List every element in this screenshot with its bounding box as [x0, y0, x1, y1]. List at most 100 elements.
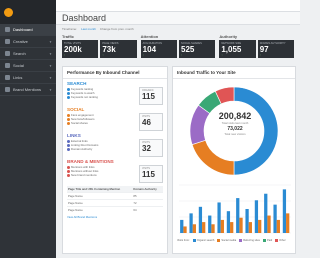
filter-bar: Timeframe: Last month Change from prev. … [56, 25, 300, 32]
stat-total-visits[interactable]: TOTAL VISITS 200k ↑ [62, 40, 99, 58]
bar-12-series-1[interactable] [286, 213, 290, 233]
stat-delta: ↑ [102, 54, 104, 57]
stat-delta: ↑ [181, 54, 183, 57]
metric-line: Keywords not ranking [67, 95, 137, 99]
main-area: Dashboard Timeframe: Last month Change f… [56, 0, 300, 258]
timeframe-label: Timeframe: [62, 26, 78, 31]
nav-item-search[interactable]: Search ▼ [0, 48, 56, 60]
chevron-down-icon: ▼ [49, 87, 52, 92]
legend: Visits from: Organic search Social media… [173, 239, 295, 242]
nav-item-dashboard[interactable]: Dashboard [0, 24, 56, 36]
pie-slice-organic-search[interactable] [233, 86, 279, 176]
bar-3-series-0[interactable] [198, 206, 203, 233]
bar-7-series-1[interactable] [239, 217, 243, 233]
top-bar [56, 0, 300, 12]
stat-delta: ↑ [142, 54, 144, 57]
card-title: Attention [140, 34, 159, 39]
nav-label: Social [13, 63, 24, 68]
section-title: BRAND & MENTIONS [67, 159, 114, 164]
bar-11-series-1[interactable] [276, 219, 280, 233]
legend-title: Visits from: [177, 239, 190, 242]
section-title: SOCIAL [67, 107, 85, 112]
stat-domain-authority[interactable]: DOMAIN AUTHORITY 97 ↑ [257, 40, 295, 58]
stat-value: 200k [64, 45, 82, 54]
chevron-down-icon: ▼ [49, 51, 52, 56]
brand-section: BRAND & MENTIONS Mentions with links Men… [67, 159, 163, 183]
section-title: LINKS [67, 133, 81, 138]
chevron-down-icon: ▼ [49, 63, 52, 68]
bar-5-series-0[interactable] [217, 202, 221, 233]
view-all-link[interactable]: View All Brand Mentions [67, 215, 163, 219]
card-title: Traffic [62, 34, 75, 39]
traffic-card: Traffic TOTAL VISITS 200k ↑ PAGE VIEWS 7… [62, 34, 137, 58]
metric-line: New brand mentions [67, 173, 137, 177]
stat-value: 525 [181, 45, 195, 54]
table-row[interactable]: Page Name 64 [67, 206, 163, 213]
chevron-down-icon: ▼ [49, 75, 52, 80]
creative-icon [5, 39, 10, 44]
nav-item-links[interactable]: Links ▼ [0, 72, 56, 84]
table-row[interactable]: Page Name 85 [67, 192, 163, 200]
stat-avg-duration[interactable]: AVG DURATION 104 ↑ [140, 40, 178, 58]
nav-label: Search [13, 51, 26, 56]
bar-2-series-1[interactable] [192, 224, 196, 233]
bar-3-series-1[interactable] [202, 222, 206, 233]
metric-box[interactable]: VISITS 46 [139, 113, 163, 131]
bar-10-series-0[interactable] [264, 193, 268, 233]
nav-item-creative[interactable]: Creative ▼ [0, 36, 56, 48]
bar-8-series-1[interactable] [248, 222, 252, 233]
stat-value: 73k [102, 45, 116, 54]
bar-2-series-0[interactable] [189, 213, 193, 233]
dashboard-icon [5, 27, 10, 32]
panel-title: Performance By Inbound Channel [63, 67, 167, 79]
bar-6-series-1[interactable] [230, 222, 234, 233]
bar-9-series-1[interactable] [258, 219, 262, 233]
sidebar: Dashboard Creative ▼ Search ▼ Social ▼ L… [0, 0, 56, 258]
bar-9-series-0[interactable] [254, 200, 259, 233]
bar-11-series-0[interactable] [273, 204, 277, 233]
metric-box[interactable]: ORGANIC 115 [139, 87, 163, 105]
megaphone-icon [5, 87, 10, 92]
metric-line: Domain Authority [67, 147, 137, 151]
nav-label: Brand Mentions [13, 87, 42, 92]
metric-box[interactable]: VISITS 115 [139, 165, 163, 183]
bar-10-series-1[interactable] [267, 215, 271, 233]
bar-6-series-0[interactable] [226, 211, 231, 233]
box-value: 46 [142, 118, 151, 127]
stat-social-shares[interactable]: SOCIAL SHARES 525 ↑ [179, 40, 216, 58]
metric-box[interactable]: VISITS 32 [139, 139, 163, 157]
panel-title: Inbound Traffic to Your Site [173, 67, 295, 79]
stat-delta: ↑ [259, 54, 261, 57]
search-icon [5, 51, 10, 56]
bar-1-series-0[interactable] [180, 219, 184, 233]
bar-4-series-1[interactable] [211, 224, 215, 233]
legend-item: Paid [262, 239, 272, 242]
legend-item: Social media [217, 239, 236, 242]
bar-7-series-0[interactable] [236, 198, 240, 233]
links-section: LINKS External links Linking Root Domain… [67, 133, 163, 157]
stat-network-size[interactable]: NETWORK SIZE 1,055 ↑ [219, 40, 256, 58]
bar-12-series-0[interactable] [282, 189, 287, 233]
stat-page-views[interactable]: PAGE VIEWS 73k ↑ [100, 40, 137, 58]
bar-8-series-0[interactable] [245, 209, 249, 233]
link-icon [5, 75, 10, 80]
inbound-panel: Inbound Traffic to Your Site 200,842 Tot… [172, 66, 296, 254]
pie-slice-social-media[interactable] [191, 139, 235, 176]
nav-item-brand-mentions[interactable]: Brand Mentions ▼ [0, 84, 56, 96]
chevron-down-icon: ▼ [49, 39, 52, 44]
app-logo[interactable] [0, 0, 56, 24]
table-row[interactable]: Page Name 72 [67, 199, 163, 207]
title-bar: Dashboard [56, 12, 300, 25]
search-section: SEARCH Keywords ranking Keywords to watc… [67, 81, 163, 105]
performance-panel: Performance By Inbound Channel SEARCH Ke… [62, 66, 168, 254]
nav-item-social[interactable]: Social ▼ [0, 60, 56, 72]
card-title: Authority [219, 34, 238, 39]
timeframe-select[interactable]: Last month [81, 27, 96, 31]
social-icon [5, 63, 10, 68]
stat-delta: ↑ [64, 54, 66, 57]
mentions-table: Page Title and URL Containing Mention Do… [67, 186, 163, 213]
bar-1-series-1[interactable] [183, 226, 187, 233]
bar-5-series-1[interactable] [220, 219, 224, 233]
bar-4-series-0[interactable] [208, 215, 212, 233]
authority-card: Authority NETWORK SIZE 1,055 ↑ DOMAIN AU… [219, 34, 295, 58]
